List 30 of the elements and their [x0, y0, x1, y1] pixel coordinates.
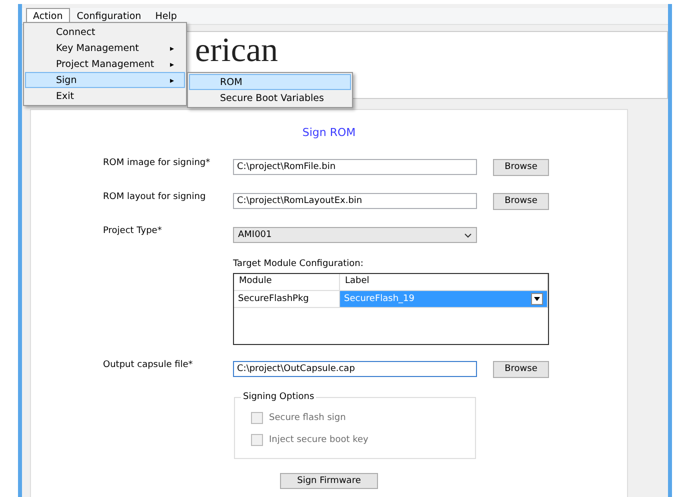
path-field[interactable]: C:\project\RomFile.bin [233, 159, 477, 175]
browse-button[interactable]: Browse [493, 192, 549, 210]
browse-button[interactable]: Browse [493, 360, 549, 378]
path-field[interactable]: C:\project\RomLayoutEx.bin [233, 193, 477, 209]
group-title: Signing Options [241, 392, 316, 402]
menu-item[interactable]: Project Management ▸ [25, 56, 185, 72]
menu-item[interactable]: Exit [25, 88, 185, 104]
option-label: Inject secure boot key [269, 435, 368, 445]
field-label: Project Type* [103, 226, 163, 236]
menu-title[interactable]: Configuration [70, 8, 148, 24]
menu-item[interactable]: Key Management ▸ [25, 40, 185, 56]
browse-button[interactable]: Browse [493, 158, 549, 176]
chevron-down-icon [464, 232, 472, 238]
section-label: Target Module Configuration: [233, 259, 364, 269]
field-label: ROM layout for signing [103, 192, 207, 202]
menu-item[interactable]: ROM [189, 74, 351, 90]
project-type-dropdown[interactable]: AMI001 [233, 227, 477, 243]
field-label: ROM image for signing* [103, 158, 212, 168]
field-label: Output capsule file* [103, 360, 194, 370]
menu-item[interactable]: Connect [25, 24, 185, 40]
caret-icon [534, 297, 540, 301]
form-title: Sign ROM [301, 126, 357, 139]
option-label: Secure flash sign [269, 413, 346, 423]
menu-item[interactable]: Secure Boot Variables [189, 90, 351, 106]
dropdown-button[interactable] [531, 293, 543, 305]
logo-text: erican [195, 32, 278, 70]
menu-item[interactable]: Sign ▸ [25, 72, 185, 88]
sign-firmware-button[interactable]: Sign Firmware [280, 473, 378, 489]
menu-title[interactable]: Help [148, 8, 184, 24]
path-field[interactable]: C:\project\OutCapsule.cap [233, 361, 477, 377]
